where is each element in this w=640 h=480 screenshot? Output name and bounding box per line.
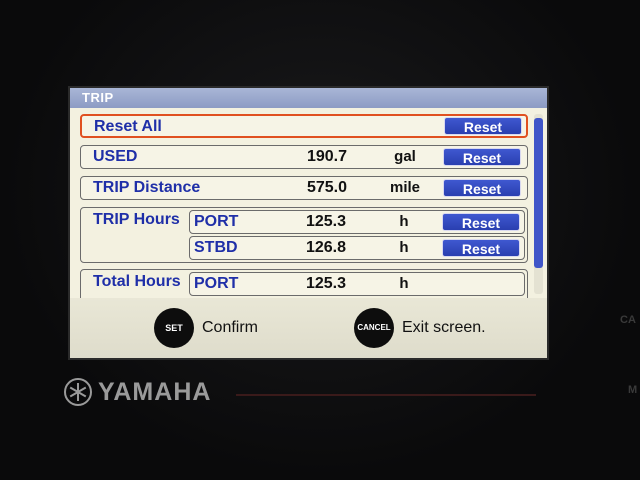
confirm-label: Confirm [202, 319, 259, 336]
tuning-fork-logo-icon [64, 378, 92, 406]
trip-list: Reset All Reset USED 190.7 gal Reset TRI… [70, 108, 547, 309]
used-label: USED [93, 148, 138, 165]
side-label-top: CA [620, 314, 636, 326]
footer-bar: SET Confirm CANCEL Exit screen. [70, 298, 547, 358]
trip-hours-stbd-row[interactable]: STBD 126.8 h Reset [189, 236, 525, 260]
trip-hours-port-unit: h [399, 213, 409, 230]
trip-distance-row[interactable]: TRIP Distance 575.0 mile Reset [80, 176, 528, 200]
cancel-key-icon[interactable]: CANCEL [354, 308, 394, 348]
total-hours-port-unit: h [399, 275, 409, 292]
total-hours-port-value: 125.3 [305, 275, 346, 292]
used-row[interactable]: USED 190.7 gal Reset [80, 145, 528, 169]
display-screen: TRIP Reset All Reset USED 190.7 gal Rese… [70, 88, 547, 358]
total-hours-label: Total Hours [93, 273, 181, 290]
scrollbar-thumb[interactable] [534, 118, 543, 268]
used-value: 190.7 [306, 148, 347, 165]
total-hours-port-label: PORT [194, 275, 239, 292]
reset-all-row[interactable]: Reset All Reset [80, 114, 528, 138]
trip-hours-port-value: 125.3 [305, 213, 346, 230]
reset-all-button[interactable]: Reset [444, 117, 522, 135]
scrollbar[interactable] [534, 114, 543, 294]
set-key-icon[interactable]: SET [154, 308, 194, 348]
trip-hours-stbd-unit: h [399, 239, 409, 256]
trip-distance-unit: mile [389, 179, 420, 196]
trip-distance-label: TRIP Distance [93, 179, 201, 196]
side-label-bottom: M [628, 384, 638, 396]
trip-hours-stbd-value: 126.8 [305, 239, 346, 256]
trip-distance-value: 575.0 [306, 179, 347, 196]
trip-distance-reset-button[interactable]: Reset [443, 179, 521, 197]
trip-hours-group: TRIP Hours PORT 125.3 h Reset STBD 126.8… [80, 207, 528, 263]
trip-hours-label: TRIP Hours [93, 211, 180, 228]
reset-all-label: Reset All [94, 118, 162, 135]
screen-title: TRIP [70, 88, 547, 108]
trip-hours-port-label: PORT [194, 213, 239, 230]
bezel-accent-line [236, 394, 536, 396]
trip-hours-port-row[interactable]: PORT 125.3 h Reset [189, 210, 525, 234]
yamaha-logo: YAMAHA [64, 376, 211, 408]
exit-screen-label: Exit screen. [402, 319, 486, 336]
trip-hours-stbd-reset-button[interactable]: Reset [442, 239, 520, 257]
trip-hours-stbd-label: STBD [194, 239, 238, 256]
brand-name: YAMAHA [98, 377, 212, 406]
total-hours-port-row[interactable]: PORT 125.3 h [189, 272, 525, 296]
used-unit: gal [394, 148, 416, 165]
used-reset-button[interactable]: Reset [443, 148, 521, 166]
trip-hours-port-reset-button[interactable]: Reset [442, 213, 520, 231]
